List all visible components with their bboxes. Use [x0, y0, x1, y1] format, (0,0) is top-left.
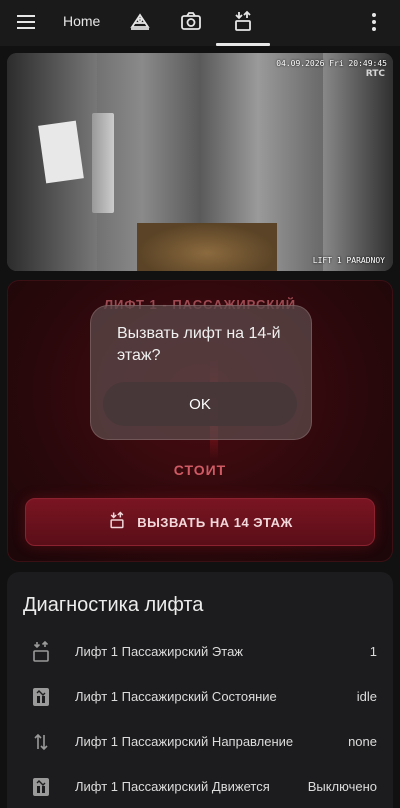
tab-home[interactable]: Home	[63, 13, 100, 29]
camera-notice-sheet	[38, 120, 84, 184]
camera-wall-right	[323, 53, 393, 271]
diagnostics-row-floor[interactable]: Лифт 1 Пассажирский Этаж 1	[7, 631, 393, 675]
camera-timestamp: 04.09.2026 Fri 20:49:45	[276, 59, 387, 68]
top-app-bar: Home	[0, 0, 400, 46]
elevator-floor-icon	[31, 640, 51, 663]
diagnostics-row-name: Лифт 1 Пассажирский Этаж	[75, 644, 244, 659]
camera-icon[interactable]	[179, 9, 203, 33]
ok-button[interactable]: OK	[103, 382, 297, 426]
elevator-icon[interactable]	[231, 9, 255, 33]
diagnostics-row-moving[interactable]: Лифт 1 Пассажирский Движется Выключено	[7, 766, 393, 808]
elevator-call-icon	[107, 510, 127, 535]
camera-feed[interactable]: 04.09.2026 Fri 20:49:45 RTC LIFT 1 PARAD…	[7, 53, 393, 271]
call-lift-button[interactable]: ВЫЗВАТЬ НА 14 ЭТАЖ	[25, 498, 375, 546]
diagnostics-row-state[interactable]: Лифт 1 Пассажирский Состояние idle	[7, 676, 393, 720]
camera-label: LIFT 1 PARADNOY	[312, 256, 385, 265]
diagnostics-row-value: Выключено	[307, 779, 377, 794]
diagnostics-row-name: Лифт 1 Пассажирский Направление	[75, 734, 294, 749]
camera-floor	[137, 223, 277, 271]
active-tab-indicator	[216, 43, 270, 46]
lift-status: СТОИТ	[173, 462, 227, 478]
hamburger-menu-icon[interactable]	[14, 10, 38, 34]
diagnostics-row-value: none	[348, 734, 377, 749]
confirm-dialog-message: Вызвать лифт на 14-й этаж?	[117, 325, 281, 364]
elevator-moving-icon	[31, 776, 51, 798]
camera-button-panel	[92, 113, 114, 213]
elevator-state-icon	[31, 686, 51, 708]
diagnostics-row-name: Лифт 1 Пассажирский Движется	[75, 779, 270, 794]
diagnostics-title: Диагностика лифта	[23, 594, 204, 616]
more-vertical-icon[interactable]	[364, 9, 384, 35]
diagnostics-row-direction[interactable]: Лифт 1 Пассажирский Направление none	[7, 721, 393, 765]
diagnostics-row-value: 1	[369, 644, 377, 659]
diagnostics-row-name: Лифт 1 Пассажирский Состояние	[75, 689, 277, 704]
direction-arrows-icon	[31, 731, 51, 753]
camera-brand: RTC	[365, 69, 385, 79]
call-lift-button-label: ВЫЗВАТЬ НА 14 ЭТАЖ	[137, 514, 293, 530]
diagnostics-row-value: idle	[356, 689, 377, 704]
robot-vacuum-icon[interactable]	[128, 9, 152, 33]
